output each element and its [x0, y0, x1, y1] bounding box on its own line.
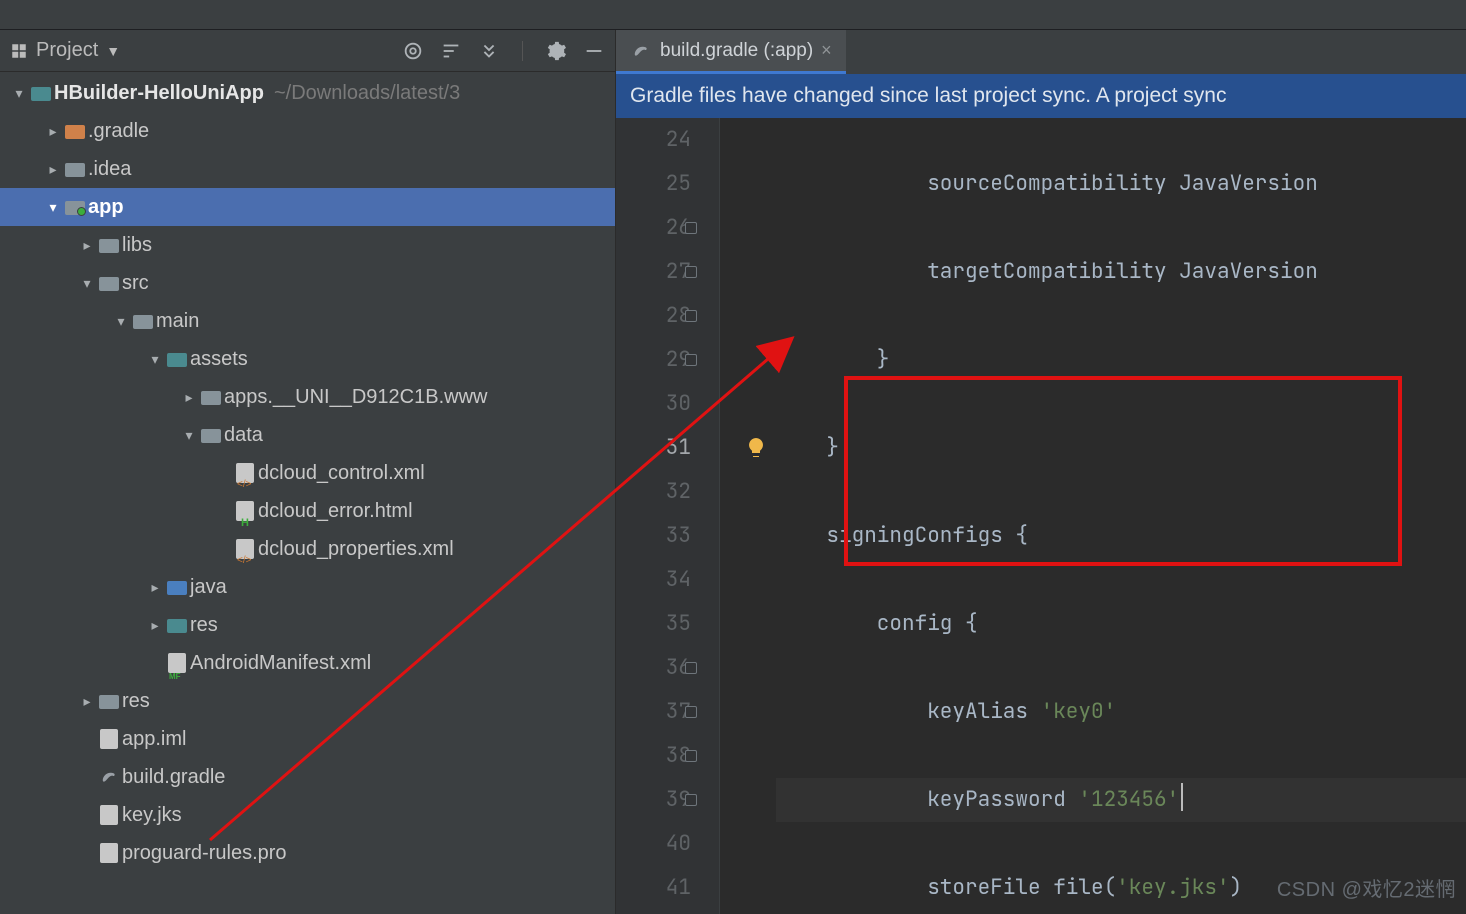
- chevron-right-icon: ▸: [44, 150, 62, 188]
- project-tree[interactable]: ▾ HBuilder-HelloUniApp ~/Downloads/lates…: [0, 72, 615, 914]
- chevron-right-icon: ▸: [78, 682, 96, 720]
- chevron-right-icon: ▸: [44, 112, 62, 150]
- tree-item-apps-www[interactable]: ▸ apps.__UNI__D912C1B.www: [0, 378, 615, 416]
- tab-label: build.gradle (:app): [660, 40, 813, 62]
- project-tool-header: Project ▼: [0, 30, 615, 72]
- tree-item-res-inner[interactable]: ▸ res: [0, 606, 615, 644]
- tree-item-proguard[interactable]: ▸ proguard-rules.pro: [0, 834, 615, 872]
- tree-item-main[interactable]: ▾ main: [0, 302, 615, 340]
- tree-item-dcloud-properties[interactable]: ▸ dcloud_properties.xml: [0, 530, 615, 568]
- module-folder-icon: [65, 199, 85, 215]
- fold-marker-icon[interactable]: [685, 750, 697, 762]
- gear-icon[interactable]: [545, 40, 567, 62]
- project-view-selector[interactable]: Project ▼: [10, 39, 120, 62]
- file-icon: [100, 805, 118, 825]
- sync-banner[interactable]: Gradle files have changed since last pro…: [616, 74, 1466, 118]
- chevron-right-icon: ▸: [146, 568, 164, 606]
- divider: [522, 41, 523, 61]
- file-icon: [100, 729, 118, 749]
- folder-icon: [201, 427, 221, 443]
- manifest-file-icon: [168, 653, 186, 673]
- fold-marker-icon[interactable]: [685, 354, 697, 366]
- tree-item-data[interactable]: ▾ data: [0, 416, 615, 454]
- folder-icon: [133, 313, 153, 329]
- project-root[interactable]: ▾ HBuilder-HelloUniApp ~/Downloads/lates…: [0, 74, 615, 112]
- folder-icon: [99, 275, 119, 291]
- module-folder-icon: [31, 85, 51, 101]
- tree-item-src[interactable]: ▾ src: [0, 264, 615, 302]
- assets-folder-icon: [167, 351, 187, 367]
- fold-marker-icon[interactable]: [685, 662, 697, 674]
- sort-icon[interactable]: [440, 40, 462, 62]
- target-icon[interactable]: [402, 40, 424, 62]
- tree-item-libs[interactable]: ▸ libs: [0, 226, 615, 264]
- file-icon: [100, 843, 118, 863]
- chevron-right-icon: ▸: [78, 226, 96, 264]
- fold-marker-icon[interactable]: [685, 266, 697, 278]
- code-lines[interactable]: sourceCompatibility JavaVersion targetCo…: [720, 118, 1466, 914]
- chevron-down-icon: ▾: [180, 416, 198, 454]
- editor-pane: build.gradle (:app) × Gradle files have …: [616, 30, 1466, 914]
- tree-item-idea[interactable]: ▸ .idea: [0, 150, 615, 188]
- xml-file-icon: [236, 463, 254, 483]
- chevron-down-icon: ▾: [146, 340, 164, 378]
- project-title: Project: [36, 39, 98, 62]
- chevron-right-icon: ▸: [180, 378, 198, 416]
- html-file-icon: [236, 501, 254, 521]
- folder-icon: [65, 123, 85, 139]
- gradle-icon: [630, 42, 652, 60]
- expand-icon[interactable]: [478, 40, 500, 62]
- tree-item-gradle[interactable]: ▸ .gradle: [0, 112, 615, 150]
- folder-icon: [99, 693, 119, 709]
- fold-marker-icon[interactable]: [685, 310, 697, 322]
- chevron-down-icon: ▾: [10, 74, 28, 112]
- chevron-down-icon: ▾: [112, 302, 130, 340]
- tree-item-app[interactable]: ▾ app: [0, 188, 615, 226]
- java-folder-icon: [167, 579, 187, 595]
- xml-file-icon: [236, 539, 254, 559]
- res-folder-icon: [167, 617, 187, 633]
- editor-tab-active[interactable]: build.gradle (:app) ×: [616, 30, 846, 74]
- chevron-down-icon: ▼: [106, 43, 120, 59]
- tree-item-manifest[interactable]: ▸ AndroidManifest.xml: [0, 644, 615, 682]
- fold-marker-icon[interactable]: [685, 222, 697, 234]
- project-icon: [10, 42, 28, 60]
- tree-item-dcloud-error[interactable]: ▸ dcloud_error.html: [0, 492, 615, 530]
- tree-item-assets[interactable]: ▾ assets: [0, 340, 615, 378]
- text-cursor: [1181, 783, 1183, 811]
- project-sidebar: Project ▼ ▾ HBuilder-HelloUniApp ~/Downl…: [0, 30, 616, 914]
- chevron-down-icon: ▾: [44, 188, 62, 226]
- folder-icon: [65, 161, 85, 177]
- code-editor[interactable]: 24 25 26 27 28 29 30 31 32 33 34 35 36 3…: [616, 118, 1466, 914]
- chevron-right-icon: ▸: [146, 606, 164, 644]
- project-name: HBuilder-HelloUniApp: [54, 74, 264, 112]
- banner-text: Gradle files have changed since last pro…: [630, 84, 1226, 107]
- folder-icon: [201, 389, 221, 405]
- tree-item-key-jks[interactable]: ▸ key.jks: [0, 796, 615, 834]
- close-icon[interactable]: ×: [821, 40, 832, 61]
- tree-item-java[interactable]: ▸ java: [0, 568, 615, 606]
- fold-marker-icon[interactable]: [685, 794, 697, 806]
- tree-item-app-iml[interactable]: ▸ app.iml: [0, 720, 615, 758]
- gradle-icon: [98, 768, 120, 786]
- top-toolbar: [0, 0, 1466, 30]
- tree-item-build-gradle[interactable]: ▸ build.gradle: [0, 758, 615, 796]
- watermark: CSDN @戏忆2迷惘: [1277, 873, 1456, 902]
- gutter: 24 25 26 27 28 29 30 31 32 33 34 35 36 3…: [616, 118, 720, 914]
- folder-icon: [99, 237, 119, 253]
- tree-item-dcloud-control[interactable]: ▸ dcloud_control.xml: [0, 454, 615, 492]
- project-path: ~/Downloads/latest/3: [274, 74, 460, 112]
- minimize-icon[interactable]: [583, 40, 605, 62]
- editor-tab-bar: build.gradle (:app) ×: [616, 30, 1466, 74]
- chevron-down-icon: ▾: [78, 264, 96, 302]
- tree-item-res-outer[interactable]: ▸ res: [0, 682, 615, 720]
- fold-marker-icon[interactable]: [685, 706, 697, 718]
